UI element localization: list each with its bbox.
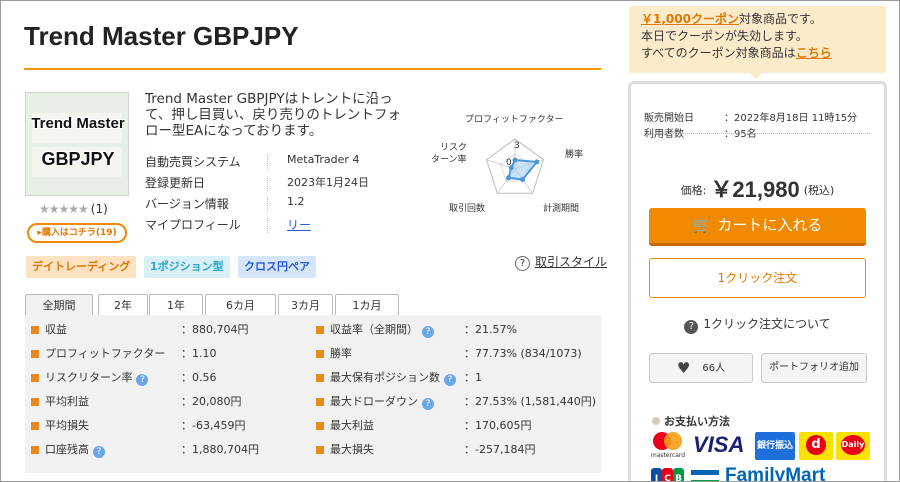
info-label: 自動売買システム	[145, 155, 241, 169]
radar-label-win-rate: 勝率	[565, 148, 583, 160]
mastercard-icon: mastercard	[647, 432, 689, 460]
product-title: Trend Master GBPJPY	[24, 21, 299, 51]
star-icons: ★★★★★	[39, 202, 89, 216]
tab-1m[interactable]: 1カ月	[335, 294, 399, 316]
tag-one-position[interactable]: 1ポジション型	[144, 256, 230, 278]
all-coupons-link[interactable]: こちら	[796, 46, 832, 60]
d-payment-icon: d	[799, 432, 833, 460]
tag-day-trading[interactable]: デイトレーディング	[26, 256, 137, 278]
radar-label-risk-return: ターン率	[431, 153, 467, 165]
help-icon: ?	[515, 256, 530, 271]
radar-label-period: 計測期間	[543, 202, 579, 214]
tab-1y[interactable]: 1年	[149, 294, 203, 316]
add-to-cart-button[interactable]: 🛒 カートに入れる	[649, 208, 866, 246]
help-icon[interactable]: ?	[422, 326, 434, 338]
help-icon[interactable]: ?	[422, 398, 434, 410]
bank-transfer-icon: 銀行振込	[755, 432, 795, 460]
familymart-icon: FamilyMart	[691, 465, 871, 481]
price-amount: ￥21,980	[710, 177, 800, 202]
radar-label-profit-factor: プロフィットファクター	[465, 114, 563, 125]
help-icon[interactable]: ?	[136, 374, 149, 386]
product-description: Trend Master GBPJPYはトレントに沿って、押し目買い、戻り売りの…	[145, 91, 401, 139]
radar-point	[534, 159, 540, 165]
buyers-button[interactable]: ▸購入はコチラ(19)	[27, 223, 127, 243]
add-portfolio-button[interactable]: ポートフォリオ追加	[761, 353, 867, 383]
visa-icon: VISA	[693, 432, 745, 457]
info-label: 登録更新日	[145, 176, 206, 190]
radar-label-risk: リスク	[440, 142, 467, 153]
meta-divider	[644, 133, 870, 134]
radar-point	[506, 175, 512, 181]
tag-cross-yen[interactable]: クロス円ペア	[238, 256, 316, 278]
daily-icon: Daily	[836, 432, 870, 460]
info-value: 2023年1月24日	[287, 176, 369, 189]
help-icon[interactable]: ?	[93, 446, 105, 458]
coupon-notice: ￥1,000クーポン対象商品です。 本日でクーポンが失効します。 すべてのクーポ…	[629, 6, 886, 73]
trade-style-link[interactable]: ? 取引スタイル	[515, 253, 607, 271]
favorite-count: 66人	[702, 363, 726, 374]
favorite-button[interactable]: ♥ 66人	[649, 353, 753, 383]
review-count: (1)	[90, 202, 108, 216]
cart-icon: 🛒	[692, 216, 712, 234]
trade-style-label: 取引スタイル	[535, 255, 608, 269]
help-icon[interactable]: ?	[444, 374, 456, 386]
tab-all[interactable]: 全期間	[25, 294, 93, 316]
info-value: 1.2	[287, 195, 305, 208]
radar-scale-zero: 0	[506, 158, 512, 168]
title-divider	[24, 68, 601, 70]
product-thumbnail[interactable]: Trend Master GBPJPY	[25, 92, 129, 196]
info-label: バージョン情報	[145, 197, 229, 211]
page-frame: Trend Master GBPJPY Trend Master GBPJPY …	[0, 0, 900, 482]
stats-table: 収益 ：880,704円 プロフィットファクター ：1.10 リスクリターン率? ：0…	[25, 315, 601, 473]
tab-6m[interactable]: 6カ月	[205, 294, 276, 316]
price: 価格: ￥21,980 (税込)	[680, 177, 835, 202]
one-click-order-button[interactable]: 1クリック注文	[649, 258, 866, 298]
radar-label-trades: 取引回数	[449, 202, 485, 214]
help-icon: ?	[684, 320, 699, 334]
radar-series-area	[507, 158, 539, 181]
radar-point	[520, 177, 526, 183]
radar-point	[512, 157, 518, 163]
tab-3m[interactable]: 3カ月	[278, 294, 333, 316]
info-value: MetaTrader 4	[287, 153, 360, 166]
one-click-help-link[interactable]: ? 1クリック注文について	[631, 315, 884, 334]
rating-stars[interactable]: ★★★★★ (1)	[39, 202, 108, 216]
profile-link[interactable]: リー	[287, 216, 311, 233]
payment-methods-title: お支払い方法	[652, 413, 730, 429]
coupon-pointer	[749, 72, 763, 80]
heart-icon: ♥	[676, 359, 691, 377]
thumbnail-line2: GBPJPY	[41, 149, 115, 169]
radar-scale-max: 3	[514, 141, 520, 151]
tab-2y[interactable]: 2年	[98, 294, 148, 316]
info-label: マイプロフィール	[145, 218, 241, 232]
thumbnail-line1: Trend Master	[31, 115, 125, 132]
performance-radar-chart: 3 0 プロフィットファクター 勝率 計測期間 取引回数 リスク ターン率	[431, 114, 583, 214]
jcb-icon: J C B	[651, 468, 685, 481]
coupon-link[interactable]: ￥1,000クーポン	[641, 12, 739, 26]
purchase-panel: 販売開始日 ：2022年8月18日 11時15分 利用者数 ：95名 価格: ￥2…	[628, 81, 887, 481]
